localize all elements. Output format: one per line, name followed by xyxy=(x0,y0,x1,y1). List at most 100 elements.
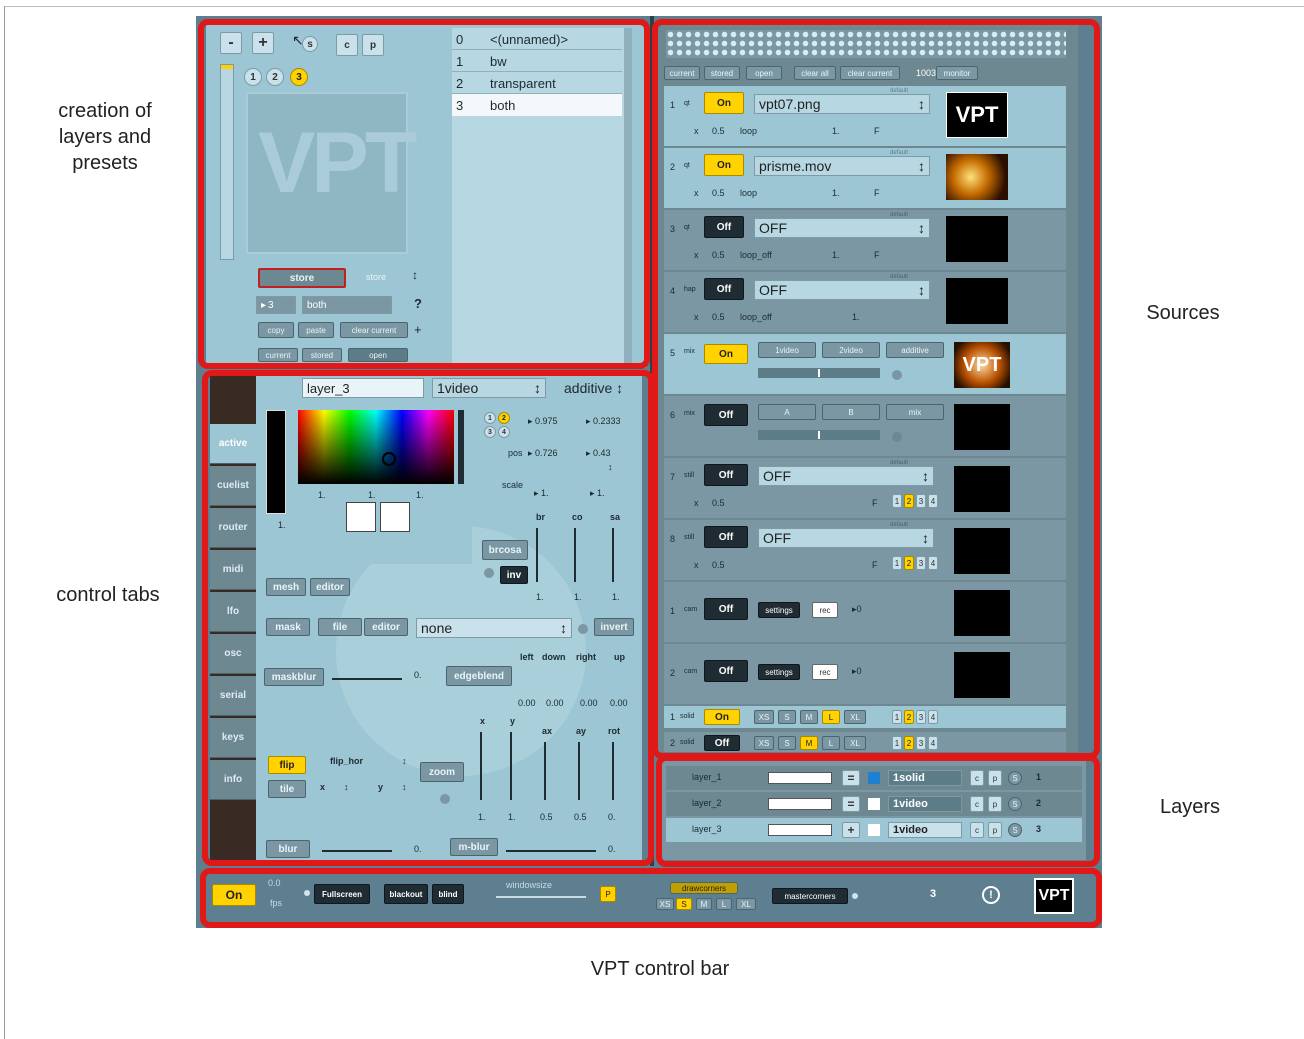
xf-y-slider[interactable] xyxy=(510,732,512,800)
mix-toggle[interactable] xyxy=(892,432,902,442)
flip-hor-stepper[interactable]: ↕ xyxy=(402,756,407,766)
layer-c-button[interactable]: c xyxy=(970,770,984,786)
preset-s-button[interactable]: s xyxy=(302,36,318,52)
plus-sign[interactable]: + xyxy=(414,322,422,337)
source-on-toggle[interactable]: Off xyxy=(704,464,748,486)
source-file-select[interactable]: OFF ↕ xyxy=(754,218,930,238)
layer-s-button[interactable]: S xyxy=(1008,771,1022,785)
preset-circle-1[interactable]: 1 xyxy=(244,68,262,86)
solid-size-xl[interactable]: XL xyxy=(844,736,866,750)
layer-opacity-slider[interactable] xyxy=(768,824,832,836)
preset-list-scrollbar[interactable] xyxy=(624,28,632,364)
mix-input-b-button[interactable]: B xyxy=(822,404,880,420)
preset-fader[interactable] xyxy=(220,64,234,260)
mask-file-button[interactable]: file xyxy=(318,618,362,636)
mix-toggle[interactable] xyxy=(892,370,902,380)
brcosa-button[interactable]: brcosa xyxy=(482,540,528,560)
mask-file-select[interactable]: none ↕ xyxy=(416,618,572,638)
still-out-1[interactable]: 1 xyxy=(892,494,902,508)
windowsize-slider[interactable] xyxy=(496,896,586,898)
pos-y[interactable]: ▸ 0.43 xyxy=(586,448,611,459)
layer-c-button[interactable]: c xyxy=(970,822,984,838)
copy-button[interactable]: copy xyxy=(258,322,294,338)
layer-p-button[interactable]: p xyxy=(988,796,1002,812)
blackout-button[interactable]: blackout xyxy=(384,884,428,904)
preset-list-row-1[interactable]: 1 bw xyxy=(452,50,622,72)
corner-circle-3[interactable]: 3 xyxy=(484,426,496,438)
mix-input-2-button[interactable]: 2video xyxy=(822,342,880,358)
layer-color-swatch[interactable] xyxy=(868,798,880,810)
preset-list-row-2[interactable]: 2 transparent xyxy=(452,72,622,94)
cam-rec-button[interactable]: rec xyxy=(812,602,838,618)
solid-out-2[interactable]: 2 xyxy=(904,710,914,724)
corner-circle-1[interactable]: 1 xyxy=(484,412,496,424)
mblur-button[interactable]: m-blur xyxy=(450,838,498,856)
source-file-select[interactable]: prisme.mov ↕ xyxy=(754,156,930,176)
corner-size-m[interactable]: M xyxy=(696,898,712,910)
source-on-toggle[interactable]: Off xyxy=(704,278,744,300)
preset-c-button[interactable]: c xyxy=(336,34,358,56)
stored-button[interactable]: stored xyxy=(302,348,342,362)
edgeblend-button[interactable]: edgeblend xyxy=(446,666,512,686)
help-icon[interactable]: ? xyxy=(414,296,422,311)
layer-name-field[interactable]: layer_3 xyxy=(302,378,424,398)
invert-button[interactable]: inv xyxy=(500,566,528,584)
preset-circle-3[interactable]: 3 xyxy=(290,68,308,86)
store-stepper-icon[interactable]: ↕ xyxy=(412,268,418,282)
solid-size-xs[interactable]: XS xyxy=(754,736,774,750)
source-file-select[interactable]: vpt07.png ↕ xyxy=(754,94,930,114)
source-on-toggle[interactable]: On xyxy=(704,344,748,364)
layer-p-button[interactable]: p xyxy=(988,770,1002,786)
remove-layer-button[interactable]: - xyxy=(220,32,242,54)
solid-out-1[interactable]: 1 xyxy=(892,736,902,750)
mix-input-a-button[interactable]: A xyxy=(758,404,816,420)
layer-c-button[interactable]: c xyxy=(970,796,984,812)
layer-blend-op[interactable]: = xyxy=(842,796,860,812)
monitor-button[interactable]: monitor xyxy=(936,66,978,80)
still-out-4[interactable]: 4 xyxy=(928,556,938,570)
layer-s-button[interactable]: S xyxy=(1008,797,1022,811)
solid-out-2[interactable]: 2 xyxy=(904,736,914,750)
corner-size-s[interactable]: S xyxy=(676,898,692,910)
layer-opacity-slider[interactable] xyxy=(768,772,832,784)
xf-rot-slider[interactable] xyxy=(612,742,614,800)
sources-clear-current-button[interactable]: clear current xyxy=(840,66,900,80)
sa-slider[interactable] xyxy=(612,528,614,582)
solid-out-4[interactable]: 4 xyxy=(928,736,938,750)
solid-out-4[interactable]: 4 xyxy=(928,710,938,724)
source-on-toggle[interactable]: Off xyxy=(704,660,748,682)
main-on-button[interactable]: On xyxy=(212,884,256,906)
layer-source-field[interactable]: 1video xyxy=(888,822,962,838)
mix-slider[interactable] xyxy=(758,368,880,378)
tab-serial[interactable]: serial xyxy=(210,676,256,716)
solid-out-3[interactable]: 3 xyxy=(916,710,926,724)
source-file-select[interactable]: OFF ↕ xyxy=(758,466,934,486)
preset-circle-2[interactable]: 2 xyxy=(266,68,284,86)
solid-size-s[interactable]: S xyxy=(778,710,796,724)
clear-current-button[interactable]: clear current xyxy=(340,322,408,338)
layer-p-button[interactable]: p xyxy=(988,822,1002,838)
tab-active[interactable]: active xyxy=(210,424,256,464)
preset-number-field[interactable]: ▸ 3 xyxy=(256,296,296,314)
solid-size-l[interactable]: L xyxy=(822,710,840,724)
preset-list-row-0[interactable]: 0 <(unnamed)> xyxy=(452,28,622,50)
solid-size-s[interactable]: S xyxy=(778,736,796,750)
hue-slider[interactable] xyxy=(458,410,464,484)
mix-slider[interactable] xyxy=(758,430,880,440)
layer-row-1[interactable]: layer_1 = 1solid c p S 1 xyxy=(666,766,1082,790)
source-on-toggle[interactable]: Off xyxy=(704,526,748,548)
tile-button[interactable]: tile xyxy=(268,780,306,798)
xf-ax-slider[interactable] xyxy=(544,742,546,800)
corner-size-l[interactable]: L xyxy=(716,898,732,910)
tab-keys[interactable]: keys xyxy=(210,718,256,758)
pos-x[interactable]: ▸ 0.726 xyxy=(528,448,558,459)
solid-size-l[interactable]: L xyxy=(822,736,840,750)
flip-button[interactable]: flip xyxy=(268,756,306,774)
mesh-editor-button[interactable]: editor xyxy=(310,578,350,596)
warning-icon[interactable]: ! xyxy=(982,886,1000,904)
mix-input-1-button[interactable]: 1video xyxy=(758,342,816,358)
preset-name-field[interactable]: both xyxy=(302,296,392,314)
xf-x-slider[interactable] xyxy=(480,732,482,800)
current-button[interactable]: current xyxy=(258,348,298,362)
source-file-select[interactable]: OFF ↕ xyxy=(754,280,930,300)
